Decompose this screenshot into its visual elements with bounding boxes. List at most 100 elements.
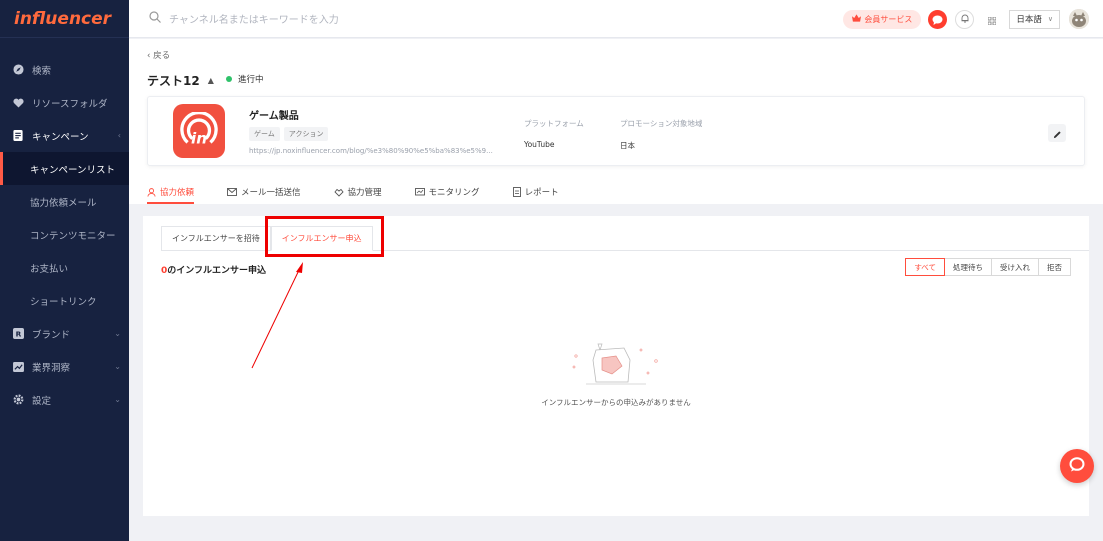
tab-collab-request[interactable]: 協力依頼	[147, 182, 195, 204]
sidebar-subitem-content-monitor[interactable]: コンテンツモニター	[0, 218, 129, 251]
product-tag: ゲーム	[249, 127, 280, 141]
compass-icon	[12, 64, 24, 76]
filter-label: すべて	[914, 262, 936, 272]
support-chat-button[interactable]	[1060, 449, 1094, 483]
person-icon	[147, 187, 156, 197]
tab-label: 協力管理	[347, 188, 382, 198]
handshake-icon	[333, 188, 344, 197]
tab-label: メール一括送信	[241, 188, 301, 198]
edit-button[interactable]	[1048, 124, 1066, 142]
chart-icon	[12, 361, 24, 373]
chat-bubble-icon	[932, 10, 943, 29]
sidebar-item-industry-insight[interactable]: 業界洞察 ⌄	[0, 350, 129, 383]
mail-icon	[227, 188, 237, 196]
tab-monitoring[interactable]: モニタリング	[414, 182, 480, 202]
empty-state-message: インフルエンサーからの申込みがありません	[541, 398, 691, 407]
platform-label: プラットフォーム	[524, 119, 584, 128]
subtab-invite-influencer[interactable]: インフルエンサーを招待	[161, 226, 271, 251]
chevron-down-icon: ⌄	[114, 395, 121, 404]
status-dot	[226, 76, 232, 82]
filter-all[interactable]: すべて	[905, 258, 945, 276]
grid-icon	[987, 10, 997, 29]
language-select[interactable]: 日本語 ∨	[1009, 9, 1060, 29]
top-bar: チャンネル名またはキーワードを入力 会員サービス 日本語 ∨	[129, 0, 1103, 38]
sidebar-item-label: ブランド	[32, 329, 71, 341]
sidebar-subitem-label: コンテンツモニター	[30, 230, 116, 242]
chevron-down-icon: ⌄	[114, 362, 121, 371]
caret-up-icon[interactable]: ▲	[208, 76, 214, 85]
search-placeholder: チャンネル名またはキーワードを入力	[169, 15, 339, 26]
chat-message-button[interactable]	[928, 9, 948, 29]
tab-label: レポート	[524, 188, 559, 198]
sidebar-item-campaign[interactable]: キャンペーン ‹	[0, 119, 129, 152]
chevron-left-icon: ‹	[117, 131, 121, 140]
filter-accepted[interactable]: 受け入れ	[991, 258, 1039, 276]
sidebar-subitem-payment[interactable]: お支払い	[0, 251, 129, 284]
noxinfluencer-logo-icon: in	[180, 112, 218, 147]
sidebar-nav: 検索 リソースフォルダ キャンペーン ‹ キャンペーンリスト 協力依頼メール コ…	[0, 38, 129, 416]
svg-text:R: R	[15, 329, 21, 338]
tab-label: モニタリング	[428, 188, 480, 198]
sidebar-item-label: リソースフォルダ	[32, 98, 108, 110]
avatar[interactable]	[1069, 9, 1089, 29]
chevron-down-icon: ⌄	[114, 329, 121, 338]
tab-report[interactable]: レポート	[512, 182, 559, 202]
campaign-name: テスト12	[147, 74, 200, 88]
filter-pending[interactable]: 処理待ち	[944, 258, 992, 276]
sidebar-subitem-collab-mail[interactable]: 協力依頼メール	[0, 185, 129, 218]
brand-logo[interactable]: influencer	[0, 0, 129, 38]
sidebar-subitem-label: お支払い	[30, 263, 69, 275]
back-link[interactable]: ‹ 戻る	[147, 49, 170, 61]
empty-state-illustration	[568, 336, 664, 395]
applications-panel: インフルエンサーを招待 インフルエンサー申込 0のインフルエンサー申込 すべて …	[143, 216, 1089, 516]
sidebar-subitem-label: 協力依頼メール	[30, 197, 97, 209]
campaign-title: テスト12 ▲	[147, 72, 214, 89]
highlight-annotation-box	[265, 216, 384, 257]
brand-icon: R	[12, 328, 24, 340]
apps-grid-button[interactable]	[982, 9, 1002, 29]
top-bar-actions: 会員サービス 日本語 ∨	[843, 0, 1103, 38]
gear-icon	[12, 394, 24, 406]
status-filter-group: すべて 処理待ち 受け入れ 拒否	[905, 258, 1071, 276]
heart-icon	[12, 97, 24, 109]
sidebar-item-resource-folder[interactable]: リソースフォルダ	[0, 86, 129, 119]
product-name: ゲーム製品	[249, 111, 299, 122]
status-label: 進行中	[238, 75, 264, 85]
document-icon	[12, 130, 24, 142]
filter-label: 処理待ち	[953, 262, 983, 272]
report-icon	[512, 187, 521, 197]
search-input[interactable]: チャンネル名またはキーワードを入力	[149, 11, 749, 26]
filter-rejected[interactable]: 拒否	[1038, 258, 1071, 276]
pencil-icon	[1053, 124, 1062, 143]
back-label: 戻る	[153, 51, 171, 61]
tab-collab-management[interactable]: 協力管理	[333, 182, 382, 202]
chevron-down-icon: ∨	[1047, 15, 1053, 23]
campaign-header: ‹ 戻る テスト12 ▲ 進行中 in ゲーム製品 ゲーム アクション http…	[129, 39, 1103, 204]
subtab-label: インフルエンサーを招待	[172, 234, 260, 243]
crown-icon	[852, 14, 862, 24]
member-service-button[interactable]: 会員サービス	[843, 9, 922, 29]
notification-button[interactable]	[955, 9, 975, 29]
monitor-icon	[414, 187, 425, 197]
campaign-tabs: 協力依頼 メール一括送信 協力管理 モニタリング レポート	[147, 182, 592, 204]
member-service-label: 会員サービス	[864, 14, 913, 24]
sidebar-item-settings[interactable]: 設定 ⌄	[0, 383, 129, 416]
platform-meta: プラットフォーム YouTube	[524, 118, 584, 149]
sidebar: influencer 検索 リソースフォルダ キャンペーン ‹ キャンペーンリス…	[0, 0, 129, 541]
product-url[interactable]: https://jp.noxinfluencer.com/blog/%e3%80…	[249, 147, 493, 155]
platform-value: YouTube	[524, 140, 555, 149]
chat-bubble-icon	[1069, 456, 1085, 476]
applications-count: 0のインフルエンサー申込	[161, 263, 266, 276]
tab-bulk-mail[interactable]: メール一括送信	[227, 182, 301, 202]
count-suffix: のインフルエンサー申込	[167, 266, 266, 276]
sidebar-subitem-short-link[interactable]: ショートリンク	[0, 284, 129, 317]
product-card: in ゲーム製品 ゲーム アクション https://jp.noxinfluen…	[147, 96, 1085, 166]
sidebar-subitem-campaign-list[interactable]: キャンペーンリスト	[0, 152, 129, 185]
sidebar-item-brand[interactable]: R ブランド ⌄	[0, 317, 129, 350]
sidebar-item-label: 業界洞察	[32, 362, 71, 374]
svg-text:in: in	[191, 129, 207, 147]
sidebar-item-label: キャンペーン	[32, 131, 89, 143]
search-icon	[149, 11, 161, 26]
region-label: プロモーション対象地域	[620, 119, 703, 128]
sidebar-item-search[interactable]: 検索	[0, 53, 129, 86]
